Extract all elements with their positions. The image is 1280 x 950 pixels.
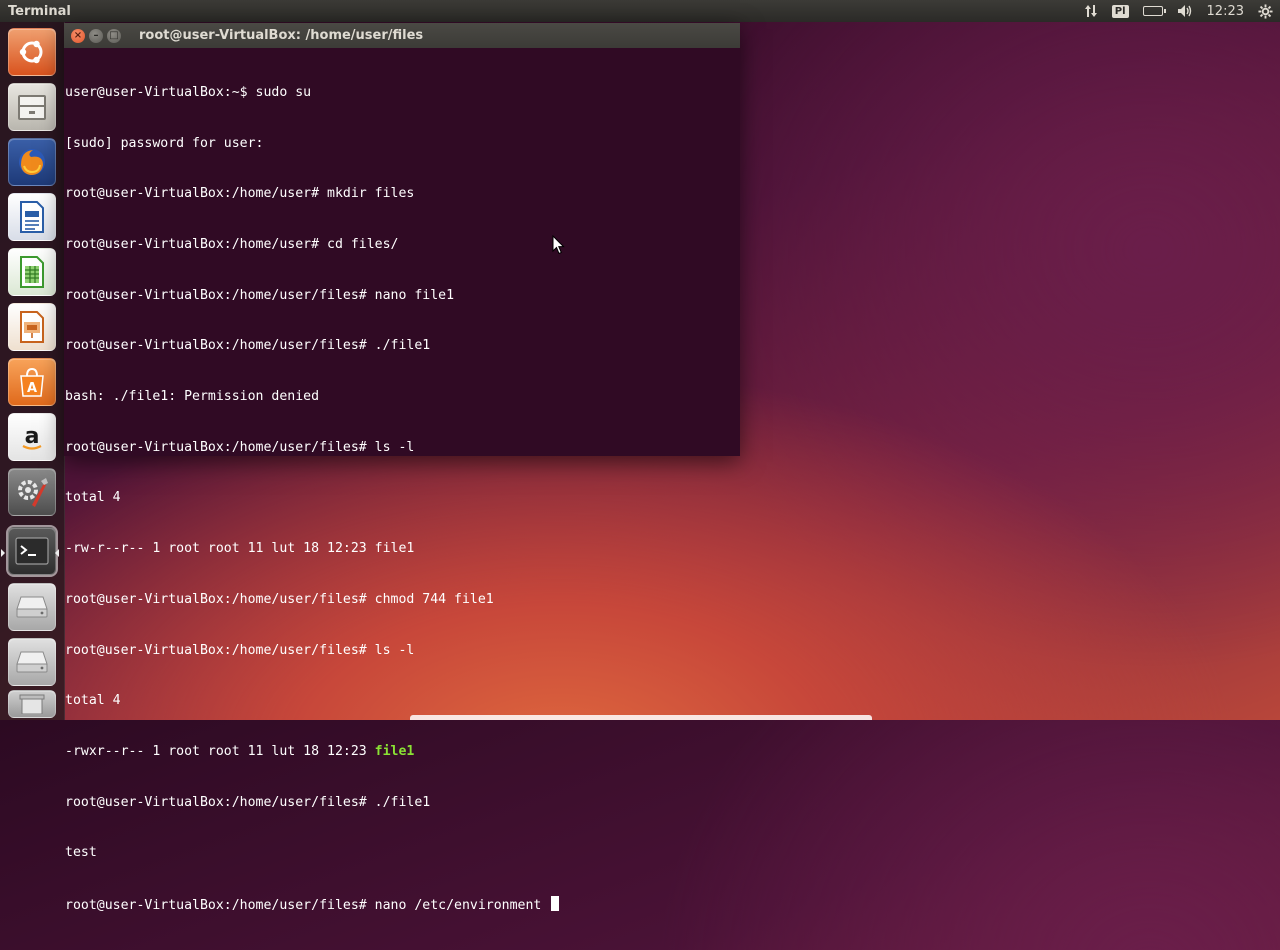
listing-prefix: -rwxr--r-- 1 root root 11 lut 18 12:23 <box>65 743 375 759</box>
terminal-prompt-line[interactable]: root@user-VirtualBox:/home/user/files# n… <box>65 896 739 913</box>
app-title: Terminal <box>8 3 71 19</box>
terminal-icon[interactable] <box>1 525 59 577</box>
amazon-icon[interactable]: a <box>8 413 56 461</box>
window-title: root@user-VirtualBox: /home/user/files <box>139 28 424 43</box>
keyboard-layout-label: Pl <box>1111 4 1129 18</box>
terminal-window[interactable]: × – □ root@user-VirtualBox: /home/user/f… <box>64 23 740 913</box>
indicator-area: Pl 12:23 <box>1077 0 1280 22</box>
terminal-line: [sudo] password for user: <box>65 135 264 151</box>
libreoffice-writer-icon[interactable] <box>8 193 56 241</box>
current-command: root@user-VirtualBox:/home/user/files# n… <box>65 898 550 914</box>
ubuntu-dash-icon[interactable] <box>8 28 56 76</box>
terminal-line: bash: ./file1: Permission denied <box>65 389 320 405</box>
drive-icon[interactable] <box>8 583 56 631</box>
drive-icon[interactable] <box>8 638 56 686</box>
close-icon[interactable]: × <box>71 28 85 43</box>
trash-icon[interactable] <box>8 690 56 718</box>
mouse-pointer-icon <box>552 235 565 255</box>
system-settings-icon[interactable] <box>8 468 56 516</box>
launcher: A a <box>0 22 65 720</box>
running-app-indicator <box>1 549 5 557</box>
battery-icon[interactable] <box>1136 0 1170 22</box>
software-center-icon[interactable]: A <box>8 358 56 406</box>
terminal-line: root@user-VirtualBox:/home/user# mkdir f… <box>65 186 415 202</box>
files-icon[interactable] <box>8 83 56 131</box>
window-titlebar[interactable]: × – □ root@user-VirtualBox: /home/user/f… <box>64 23 740 48</box>
libreoffice-impress-icon[interactable] <box>8 303 56 351</box>
keyboard-layout-icon[interactable]: Pl <box>1105 0 1136 22</box>
terminal-line: root@user-VirtualBox:/home/user/files# l… <box>65 439 415 455</box>
terminal-line: total 4 <box>65 490 121 506</box>
executable-filename: file1 <box>374 743 415 759</box>
volume-icon[interactable] <box>1170 0 1200 22</box>
terminal-line: -rw-r--r-- 1 root root 11 lut 18 12:23 f… <box>65 541 415 557</box>
active-window-indicator <box>55 549 59 557</box>
window-controls: × – □ <box>64 28 133 43</box>
clock[interactable]: 12:23 <box>1200 0 1251 22</box>
terminal-line: root@user-VirtualBox:/home/user/files# .… <box>65 338 431 354</box>
firefox-icon[interactable] <box>8 138 56 186</box>
svg-text:A: A <box>27 381 37 396</box>
terminal-line: test <box>65 845 97 861</box>
terminal-line: root@user-VirtualBox:/home/user/files# n… <box>65 287 455 303</box>
terminal-output[interactable]: user@user-VirtualBox:~$ sudo su [sudo] p… <box>64 48 740 950</box>
terminal-line: root@user-VirtualBox:/home/user/files# .… <box>65 794 431 810</box>
terminal-line: -rwxr--r-- 1 root root 11 lut 18 12:23 f… <box>65 744 739 761</box>
network-arrows-icon[interactable] <box>1077 0 1105 22</box>
minimize-icon[interactable]: – <box>89 28 103 43</box>
terminal-line: user@user-VirtualBox:~$ sudo su <box>65 84 312 100</box>
text-cursor <box>551 896 560 912</box>
top-panel: Terminal Pl 12:23 <box>0 0 1280 22</box>
maximize-icon[interactable]: □ <box>107 28 121 43</box>
gear-icon[interactable] <box>1251 0 1280 22</box>
terminal-line: total 4 <box>65 693 121 709</box>
terminal-line: root@user-VirtualBox:/home/user/files# c… <box>65 591 494 607</box>
bottom-edge-bar <box>410 715 872 720</box>
svg-text:a: a <box>25 424 40 449</box>
libreoffice-calc-icon[interactable] <box>8 248 56 296</box>
terminal-line: root@user-VirtualBox:/home/user# cd file… <box>65 236 399 252</box>
terminal-line: root@user-VirtualBox:/home/user/files# l… <box>65 642 415 658</box>
